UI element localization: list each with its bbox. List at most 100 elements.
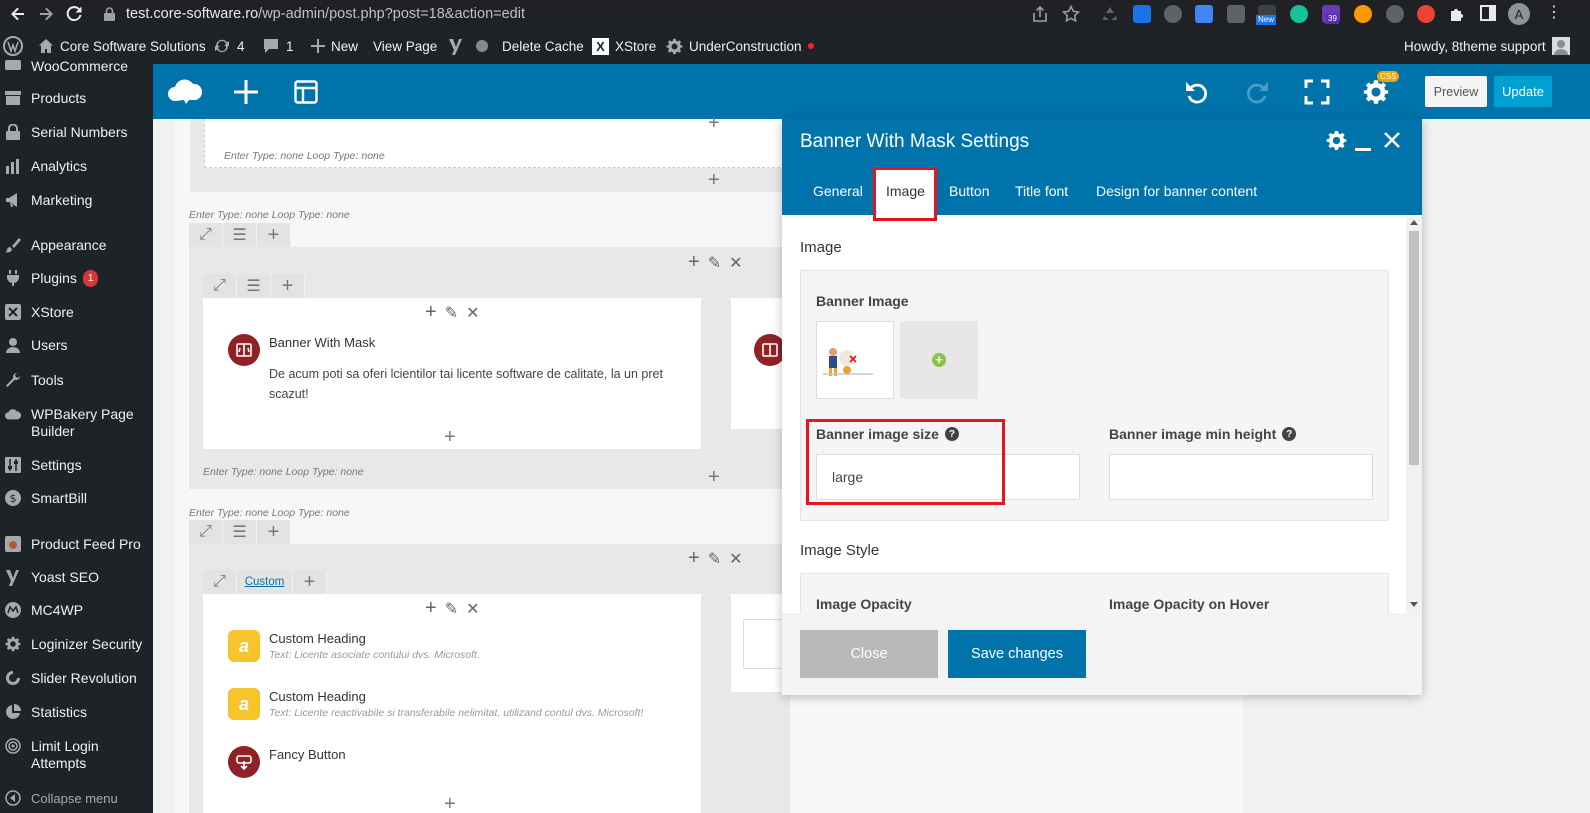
tab-title-font[interactable]: Title font [1015,183,1068,199]
preview-button[interactable]: Preview [1425,76,1487,107]
sidebar-item-loginizer[interactable]: Loginizer Security [0,636,153,653]
wpbakery-logo-icon[interactable] [167,77,203,105]
sidebar-item-xstore[interactable]: XStore [0,304,153,321]
docs-extension-icon[interactable] [1133,5,1151,23]
sidebar-item-settings[interactable]: Settings [0,457,153,474]
translate-extension-icon[interactable] [1195,5,1213,23]
new-content-link[interactable]: New [311,28,358,64]
edit-pencil-icon[interactable]: ✎ [445,303,458,323]
bookmark-star-icon[interactable] [1062,5,1080,23]
sidebar-item-analytics[interactable]: Analytics [0,158,153,175]
more-menu-icon[interactable]: ⋮ [1546,4,1562,22]
forward-arrow-icon[interactable] [36,4,56,24]
add-plus-icon[interactable]: + [257,223,291,247]
fullscreen-icon[interactable] [1304,79,1330,105]
puzzle-extensions-icon[interactable] [1448,5,1466,23]
xstore-link[interactable]: X XStore [592,28,656,64]
reload-icon[interactable] [64,4,84,24]
add-plus-icon[interactable]: + [425,597,437,620]
delete-x-icon[interactable]: ✕ [729,253,742,273]
sidebar-item-appearance[interactable]: Appearance [0,237,153,254]
add-element-plus-icon[interactable]: + [444,427,456,447]
element-title[interactable]: Custom Heading [269,689,366,704]
layout-lines-icon[interactable]: ☰ [237,274,271,298]
update-button[interactable]: Update [1494,76,1552,107]
sidebar-item-yoast-seo[interactable]: Yoast SEO [0,569,153,586]
sidebar-item-marketing[interactable]: Marketing [0,192,153,209]
sidepanel-icon[interactable] [1480,5,1496,21]
banner-image-min-height-input[interactable] [1109,454,1373,500]
sidebar-item-products[interactable]: Products [0,90,153,107]
delete-cache-link[interactable]: Delete Cache [502,28,584,64]
flame-extension-icon[interactable] [1354,5,1372,23]
add-element-plus-icon[interactable]: + [708,113,720,133]
save-changes-button[interactable]: Save changes [948,630,1086,678]
account-link[interactable]: Howdy, 8theme support [1404,28,1570,64]
tab-general[interactable]: General [813,183,863,199]
edit-pencil-icon[interactable]: ✎ [445,599,458,619]
layout-lines-icon[interactable]: ☰ [223,520,257,544]
grammarly-extension-icon[interactable] [1290,5,1308,23]
new-extension-icon[interactable]: New [1256,5,1277,25]
sidebar-item-slider-revolution[interactable]: Slider Revolution [0,670,153,687]
under-construction-link[interactable]: UnderConstruction [666,28,814,64]
move-expand-icon[interactable]: ⤢ [189,520,223,544]
scroll-down-arrow-icon[interactable] [1410,602,1418,607]
add-image-slot[interactable]: + [900,321,978,399]
sidebar-item-limit-login[interactable]: Limit Login Attempts [0,738,130,772]
element-title[interactable]: Banner With Mask [269,335,375,350]
add-element-icon[interactable] [234,80,258,104]
move-expand-icon[interactable]: ⤢ [203,570,237,594]
move-expand-icon[interactable]: ⤢ [189,223,223,247]
yoast-seo-icon[interactable] [447,28,463,64]
recycle-extension-icon[interactable] [1101,5,1119,23]
add-plus-icon[interactable]: + [271,274,305,298]
sidebar-item-users[interactable]: Users [0,337,153,354]
add-plus-icon[interactable]: + [425,301,437,324]
back-arrow-icon[interactable] [8,4,28,24]
comments-link[interactable]: 1 [262,28,294,64]
collapse-menu-button[interactable]: Collapse menu [0,790,153,807]
camera-extension-icon[interactable] [1227,5,1245,23]
edit-pencil-icon[interactable]: ✎ [708,253,721,273]
undo-icon[interactable] [1184,79,1210,105]
sidebar-item-statistics[interactable]: Statistics [0,704,153,721]
sidebar-item-serial-numbers[interactable]: Serial Numbers [0,124,153,141]
layout-lines-icon[interactable]: ☰ [223,223,257,247]
sidebar-item-woocommerce[interactable]: WooCommerce [0,58,153,75]
tab-button[interactable]: Button [949,183,989,199]
view-page-link[interactable]: View Page [373,28,437,64]
add-column-plus-icon[interactable]: + [708,170,720,190]
move-expand-icon[interactable]: ⤢ [203,274,237,298]
updates-link[interactable]: 4 [213,28,245,64]
tab-design-banner-content[interactable]: Design for banner content [1096,183,1257,199]
scrollbar-thumb[interactable] [1409,231,1419,465]
sidebar-item-wpbakery[interactable]: WPBakery Page Builder [0,406,140,440]
profile-avatar[interactable]: A [1508,3,1530,25]
address-bar[interactable]: test.core-software.ro/wp-admin/post.php?… [104,2,1094,26]
delete-x-icon[interactable]: ✕ [466,303,479,323]
add-plus-icon[interactable]: + [257,520,291,544]
add-plus-icon[interactable]: + [688,251,700,274]
sidebar-item-mc4wp[interactable]: MC4WP [0,602,153,619]
scroll-up-arrow-icon[interactable] [1410,220,1418,225]
delete-x-icon[interactable]: ✕ [729,549,742,569]
add-column-plus-icon[interactable]: + [708,467,720,487]
minimize-icon[interactable] [1355,148,1371,151]
element-title[interactable]: Custom Heading [269,631,366,646]
banner-image-thumbnail[interactable] [816,321,894,399]
page-settings-gear-icon[interactable]: CSS [1363,71,1400,105]
color-extension-icon[interactable] [1417,5,1435,23]
modal-scrollbar[interactable] [1406,217,1422,613]
custom-tab[interactable]: Custom [237,570,293,594]
modal-settings-gear-icon[interactable] [1326,130,1347,151]
sidebar-item-tools[interactable]: Tools [0,372,153,389]
sidebar-item-plugins[interactable]: Plugins 1 [0,270,153,287]
sidebar-item-product-feed-pro[interactable]: Product Feed Pro [0,536,153,553]
add-plus-icon[interactable]: + [688,547,700,570]
help-question-icon[interactable]: ? [1282,427,1297,441]
templates-layout-icon[interactable] [294,80,318,104]
edit-pencil-icon[interactable]: ✎ [708,549,721,569]
paint-extension-icon[interactable] [1386,5,1404,23]
add-element-plus-icon[interactable]: + [444,794,456,813]
